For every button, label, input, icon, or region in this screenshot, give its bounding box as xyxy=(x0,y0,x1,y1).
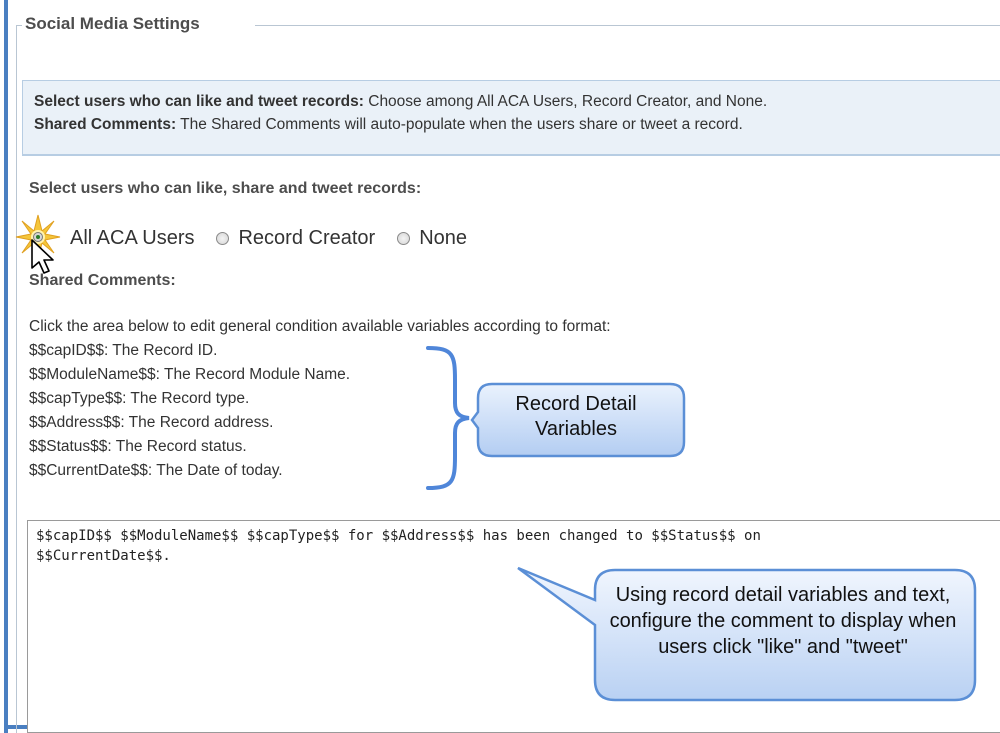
fieldset-border xyxy=(16,25,17,733)
record-detail-callout: Record Detail Variables xyxy=(515,393,637,440)
fieldset-border xyxy=(255,25,1000,26)
radio-record-creator[interactable] xyxy=(216,231,230,245)
radio-none[interactable] xyxy=(397,231,411,245)
variable-line: $$ModuleName$$: The Record Module Name. xyxy=(29,366,351,383)
radio-label-record-creator[interactable]: Record Creator xyxy=(238,227,375,250)
frame-left-border xyxy=(4,0,8,733)
variable-line: $$capID$$: The Record ID. xyxy=(29,342,218,359)
usage-callout: Using record detail variables and text, … xyxy=(609,584,957,658)
info-text: The Shared Comments will auto-populate w… xyxy=(176,116,743,133)
variable-line: $$Status$$: The Record status. xyxy=(29,438,247,455)
users-section-label: Select users who can like, share and twe… xyxy=(29,180,422,197)
info-line-users: Select users who can like and tweet reco… xyxy=(34,93,767,111)
radio-label-none[interactable]: None xyxy=(419,227,467,250)
comments-instructions: Click the area below to edit general con… xyxy=(29,318,611,335)
variable-line: $$capType$$: The Record type. xyxy=(29,390,250,407)
shared-comments-label: Shared Comments: xyxy=(29,272,176,289)
info-line-comments: Shared Comments: The Shared Comments wil… xyxy=(34,116,743,134)
variable-line: $$Address$$: The Record address. xyxy=(29,414,274,431)
variable-line: $$CurrentDate$$: The Date of today. xyxy=(29,462,283,479)
info-label: Select users who can like and tweet reco… xyxy=(34,93,364,110)
info-text: Choose among All ACA Users, Record Creat… xyxy=(363,93,768,110)
mouse-pointer-icon xyxy=(31,239,54,274)
user-radio-group: All ACA Users Record Creator None xyxy=(22,224,489,252)
settings-legend: Social Media Settings xyxy=(22,14,203,34)
info-label: Shared Comments: xyxy=(34,116,177,133)
radio-label-all-aca-users[interactable]: All ACA Users xyxy=(70,227,194,250)
curly-brace-icon xyxy=(426,346,470,490)
